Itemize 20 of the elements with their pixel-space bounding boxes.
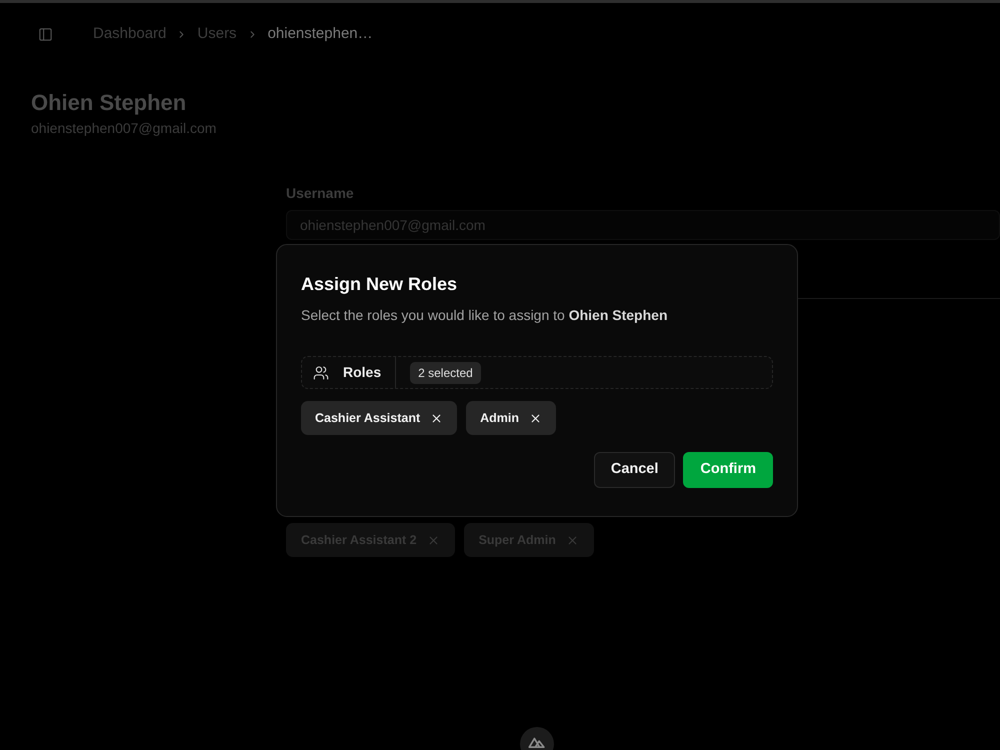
roles-select[interactable]: Roles 2 selected	[301, 356, 773, 389]
breadcrumb-link[interactable]: Dashboard	[93, 23, 166, 46]
dialog-title: Assign New Roles	[301, 273, 458, 296]
breadcrumb-link[interactable]: Users	[197, 23, 237, 46]
profile-name: Ohien Stephen	[31, 89, 186, 117]
dialog-description: Select the roles you would like to assign to Ohien Stephen	[301, 306, 668, 325]
field-label: Username	[286, 184, 354, 203]
close-icon[interactable]	[529, 412, 542, 424]
profile-email: ohienstephen007@gmail.com	[31, 119, 216, 138]
confirm-button[interactable]: Confirm	[683, 452, 773, 488]
close-icon[interactable]	[430, 412, 444, 424]
selected-count-badge: 2 selected	[410, 362, 481, 384]
mountain-icon	[528, 736, 546, 748]
role-label: Cashier Assistant	[315, 410, 420, 427]
sidebar-toggle-icon[interactable]	[38, 27, 53, 42]
breadcrumb-link[interactable]: ohienstephen…	[268, 23, 373, 46]
select-label: Roles	[343, 363, 382, 382]
users-icon	[313, 364, 329, 380]
role-label: Admin	[480, 410, 520, 427]
cancel-button[interactable]: Cancel	[594, 452, 676, 488]
